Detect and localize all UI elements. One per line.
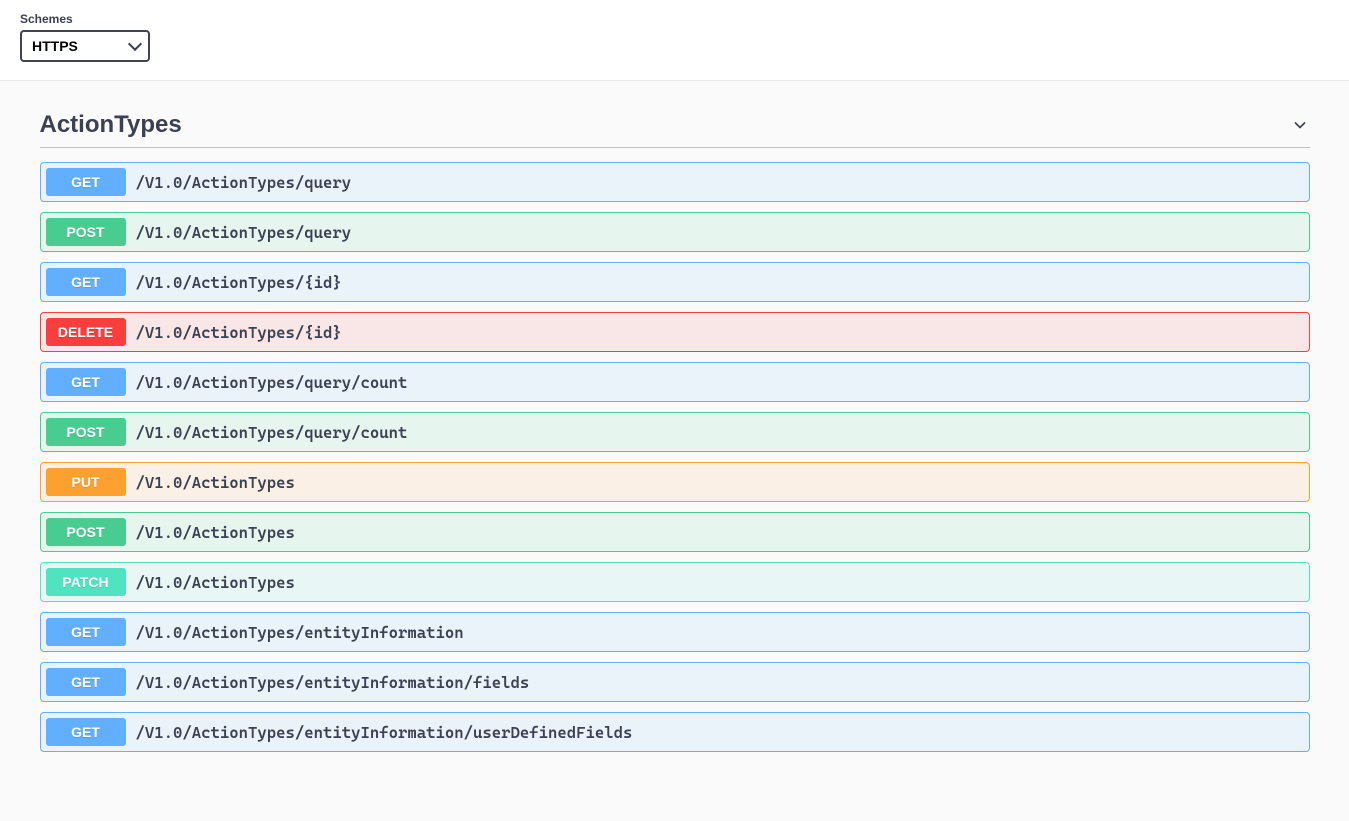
method-badge: GET — [46, 268, 126, 296]
operation-row[interactable]: POST/V1.0/ActionTypes — [40, 512, 1310, 552]
operation-path: /V1.0/ActionTypes — [126, 523, 305, 542]
api-container: ActionTypes GET/V1.0/ActionTypes/queryPO… — [20, 81, 1330, 782]
operation-row[interactable]: GET/V1.0/ActionTypes/query — [40, 162, 1310, 202]
method-badge: GET — [46, 368, 126, 396]
operation-row[interactable]: POST/V1.0/ActionTypes/query — [40, 212, 1310, 252]
method-badge: PATCH — [46, 568, 126, 596]
operation-path: /V1.0/ActionTypes/entityInformation/user… — [126, 723, 643, 742]
operation-path: /V1.0/ActionTypes/entityInformation/fiel… — [126, 673, 540, 692]
tag-header[interactable]: ActionTypes — [40, 101, 1310, 148]
method-badge: GET — [46, 718, 126, 746]
operation-path: /V1.0/ActionTypes/query/count — [126, 373, 418, 392]
method-badge: GET — [46, 168, 126, 196]
operation-path: /V1.0/ActionTypes/query/count — [126, 423, 418, 442]
operation-row[interactable]: POST/V1.0/ActionTypes/query/count — [40, 412, 1310, 452]
operation-path: /V1.0/ActionTypes — [126, 473, 305, 492]
method-badge: GET — [46, 618, 126, 646]
method-badge: POST — [46, 418, 126, 446]
operation-row[interactable]: PUT/V1.0/ActionTypes — [40, 462, 1310, 502]
method-badge: DELETE — [46, 318, 126, 346]
schemes-select[interactable]: HTTPS — [20, 30, 150, 62]
method-badge: POST — [46, 218, 126, 246]
operation-row[interactable]: PATCH/V1.0/ActionTypes — [40, 562, 1310, 602]
chevron-down-icon — [1290, 115, 1310, 135]
method-badge: POST — [46, 518, 126, 546]
schemes-bar: Schemes HTTPS — [0, 0, 1349, 81]
operation-path: /V1.0/ActionTypes/query — [126, 223, 362, 242]
operation-row[interactable]: DELETE/V1.0/ActionTypes/{id} — [40, 312, 1310, 352]
operation-path: /V1.0/ActionTypes/{id} — [126, 323, 352, 342]
method-badge: PUT — [46, 468, 126, 496]
operation-row[interactable]: GET/V1.0/ActionTypes/{id} — [40, 262, 1310, 302]
operations-list: GET/V1.0/ActionTypes/queryPOST/V1.0/Acti… — [40, 162, 1310, 752]
operation-path: /V1.0/ActionTypes/entityInformation — [126, 623, 474, 642]
schemes-select-wrap: HTTPS — [20, 30, 150, 62]
operation-row[interactable]: GET/V1.0/ActionTypes/entityInformation/f… — [40, 662, 1310, 702]
tag-title: ActionTypes — [40, 111, 182, 139]
operation-path: /V1.0/ActionTypes/query — [126, 173, 362, 192]
schemes-label: Schemes — [20, 12, 1329, 26]
operation-path: /V1.0/ActionTypes — [126, 573, 305, 592]
operation-row[interactable]: GET/V1.0/ActionTypes/query/count — [40, 362, 1310, 402]
operation-path: /V1.0/ActionTypes/{id} — [126, 273, 352, 292]
method-badge: GET — [46, 668, 126, 696]
operation-row[interactable]: GET/V1.0/ActionTypes/entityInformation/u… — [40, 712, 1310, 752]
operation-row[interactable]: GET/V1.0/ActionTypes/entityInformation — [40, 612, 1310, 652]
